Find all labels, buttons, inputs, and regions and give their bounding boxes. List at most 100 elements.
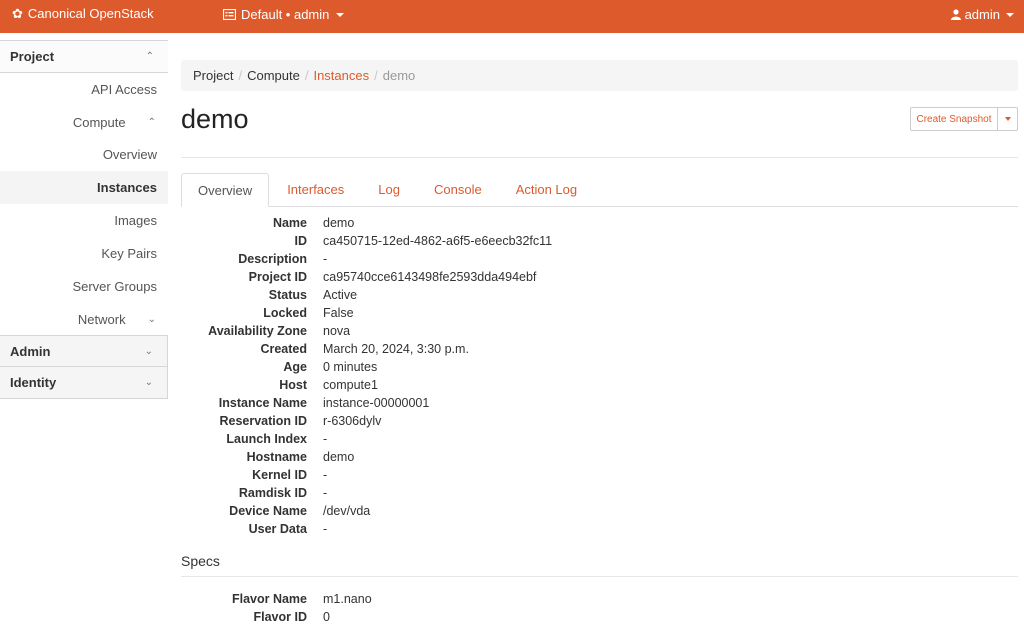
- detail-row: Flavor Name m1.nano: [181, 590, 681, 608]
- chevron-down-icon: [336, 12, 345, 17]
- sidebar-item-label: Overview: [102, 147, 157, 162]
- detail-row: Host compute1: [181, 376, 681, 394]
- brand[interactable]: ✿ Canonical OpenStack: [12, 6, 154, 21]
- detail-label: Flavor Name: [231, 592, 307, 606]
- detail-value: 0: [323, 610, 330, 624]
- detail-value: compute1: [323, 378, 378, 392]
- detail-label: ID: [294, 234, 308, 248]
- detail-label: Description: [238, 252, 307, 266]
- detail-row: Hostname demo: [181, 448, 681, 466]
- detail-value: -: [323, 486, 328, 500]
- specs-divider: [181, 576, 1018, 577]
- detail-row: Instance Name instance-00000001: [181, 394, 681, 412]
- user-menu-label: admin: [964, 7, 1000, 22]
- tab-bar: Overview Interfaces Log Console Action L…: [181, 173, 1018, 207]
- sidebar-section-label: Admin: [10, 343, 51, 359]
- sidebar-section-project[interactable]: Project ⌃: [0, 41, 168, 73]
- detail-label: Status: [268, 288, 307, 302]
- chevron-down-icon: [1004, 117, 1011, 121]
- tab-action-log[interactable]: Action Log: [500, 173, 593, 206]
- sidebar-section-identity[interactable]: Identity ⌄: [0, 367, 168, 399]
- tab-log[interactable]: Log: [362, 173, 416, 206]
- sidebar-item-instances[interactable]: Instances: [0, 171, 168, 204]
- sidebar-item-label: Images: [114, 213, 157, 228]
- canonical-circle-icon: ✿: [12, 6, 23, 21]
- sidebar-group-compute[interactable]: Compute ⌃: [0, 106, 168, 138]
- detail-label: Ramdisk ID: [238, 486, 307, 500]
- top-navbar: ✿ Canonical OpenStack Default • admin ad…: [0, 0, 1024, 33]
- detail-value: nova: [323, 324, 351, 338]
- detail-row: Locked False: [181, 304, 681, 322]
- detail-value: -: [323, 432, 328, 446]
- detail-row: Flavor ID 0: [181, 608, 681, 626]
- chevron-down-icon: [1006, 12, 1014, 17]
- breadcrumb-instances-link[interactable]: Instances: [313, 68, 369, 83]
- sidebar-section-admin[interactable]: Admin ⌄: [0, 335, 168, 367]
- detail-row: Project ID ca95740cce6143498fe2593dda494e…: [181, 268, 681, 286]
- main-content: Project / Compute / Instances / demo dem…: [181, 33, 1018, 627]
- detail-value: -: [323, 252, 328, 266]
- instance-details: Name demo ID ca450715-12ed-4862-a6f5-e6eec…: [181, 214, 681, 538]
- detail-row: Availability Zone nova: [181, 322, 681, 340]
- detail-value: instance-00000001: [323, 396, 430, 410]
- detail-label: Device Name: [229, 504, 307, 518]
- chevron-up-icon: ⌃: [145, 51, 154, 62]
- detail-row: User Data -: [181, 520, 681, 538]
- create-snapshot-button[interactable]: Create Snapshot: [910, 107, 998, 131]
- sidebar-item-images[interactable]: Images: [0, 204, 168, 237]
- detail-label: Instance Name: [218, 396, 307, 410]
- detail-row: Kernel ID -: [181, 466, 681, 484]
- sidebar-section-label: Project: [10, 49, 55, 64]
- specs-details: Flavor Name m1.nano Flavor ID 0: [181, 590, 681, 626]
- tab-overview[interactable]: Overview: [181, 173, 270, 207]
- detail-value: March 20, 2024, 3:30 p.m.: [323, 342, 469, 356]
- detail-value: Active: [323, 288, 358, 302]
- sidebar-section-label: Identity: [10, 375, 57, 390]
- tab-console[interactable]: Console: [418, 173, 498, 206]
- sidebar-item-api-access[interactable]: API Access: [0, 73, 168, 106]
- sidebar-item-server-groups[interactable]: Server Groups: [0, 270, 168, 303]
- detail-row: Device Name/dev/vda: [181, 502, 681, 520]
- instance-actions: Create Snapshot: [910, 107, 1018, 131]
- sidebar-item-label: Key Pairs: [101, 246, 157, 261]
- detail-value: ca95740cce6143498fe2593dda494ebf: [323, 270, 537, 284]
- brand-name: Canonical OpenStack: [27, 6, 154, 21]
- detail-value: demo: [323, 216, 355, 230]
- detail-label: User Data: [248, 522, 307, 536]
- user-menu[interactable]: admin: [950, 7, 1014, 22]
- sidebar-group-label: Network: [77, 311, 126, 327]
- sidebar-item-overview[interactable]: Overview: [0, 138, 168, 171]
- detail-row: Status Active: [181, 286, 681, 304]
- detail-label: Locked: [263, 306, 307, 320]
- detail-label: Age: [283, 360, 307, 374]
- sidebar-item-label: Instances: [97, 180, 157, 195]
- tab-interfaces[interactable]: Interfaces: [271, 173, 360, 206]
- breadcrumb-separator: /: [238, 68, 243, 83]
- sidebar-item-key-pairs[interactable]: Key Pairs: [0, 237, 168, 270]
- user-icon: [950, 9, 961, 20]
- chevron-down-icon: ⌄: [144, 345, 153, 357]
- detail-label: Created: [260, 342, 307, 356]
- detail-value: demo: [323, 450, 355, 464]
- detail-label: Name: [272, 216, 307, 230]
- project-switcher-label: Default • admin: [241, 7, 330, 22]
- sidebar-item-label: Server Groups: [72, 279, 157, 294]
- chevron-down-icon: ⌄: [147, 313, 156, 325]
- detail-row: ID ca450715-12ed-4862-a6f5-e6eecb32fc11: [181, 232, 681, 250]
- detail-value: -: [323, 468, 328, 482]
- detail-value: 0 minutes: [323, 360, 378, 374]
- sidebar-top-divider: [0, 33, 168, 41]
- page-title: demo: [181, 104, 249, 134]
- sidebar-group-label: Compute: [72, 114, 126, 130]
- sidebar-group-network[interactable]: Network ⌄: [0, 303, 168, 335]
- project-list-icon: [223, 9, 236, 20]
- breadcrumb-compute: Compute: [247, 68, 300, 83]
- actions-dropdown-toggle[interactable]: [998, 107, 1018, 131]
- project-switcher[interactable]: Default • admin: [223, 7, 345, 22]
- detail-label: Flavor ID: [253, 610, 308, 624]
- detail-value: /dev/vda: [323, 504, 371, 518]
- detail-label: Host: [279, 378, 307, 392]
- detail-label: Kernel ID: [252, 468, 307, 482]
- detail-label: Reservation ID: [219, 414, 307, 428]
- breadcrumb-project: Project: [193, 68, 234, 83]
